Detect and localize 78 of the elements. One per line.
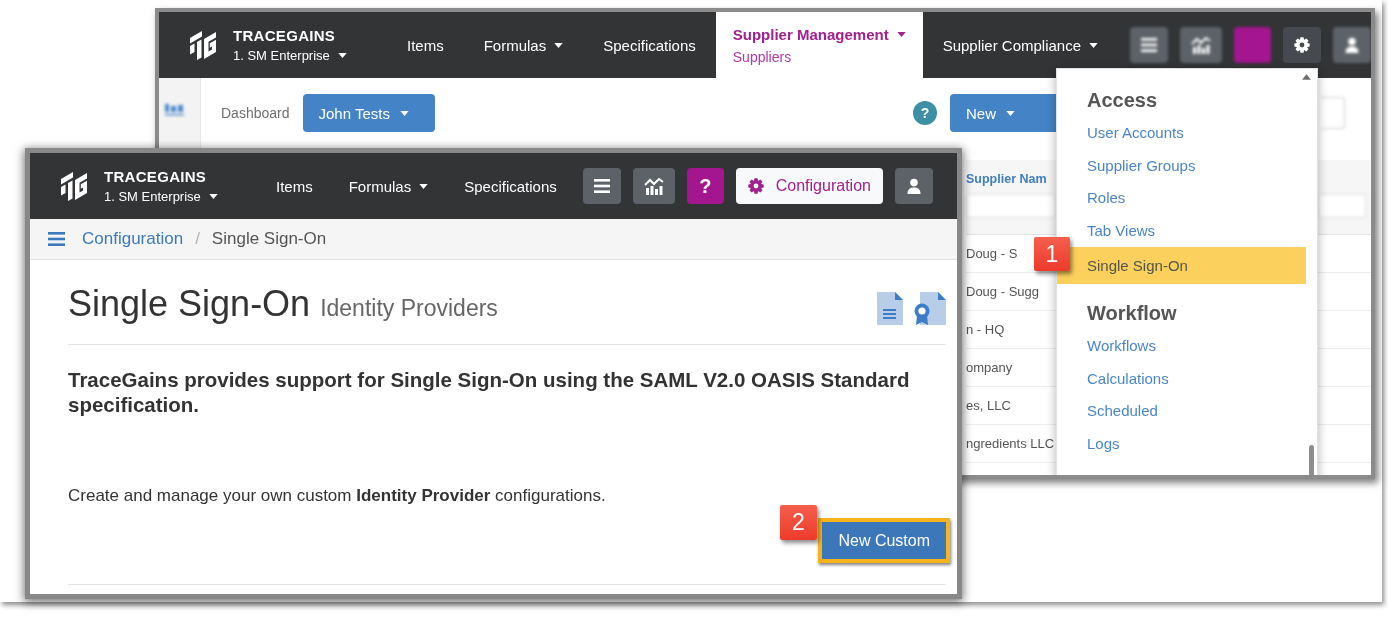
table-cell: ngredients LLC [966,436,1055,451]
menu-icon[interactable] [48,232,65,246]
breadcrumb-current: Single Sign-On [211,229,327,249]
intro-text: TraceGains provides support for Single Sign-On using the SAML V2.0 OASIS Standard specification. [68,367,911,417]
chart-icon [1191,36,1212,54]
user-button[interactable] [894,168,933,204]
logo-icon [59,170,89,202]
menu-item[interactable]: Calculations [1057,362,1306,395]
view-dropdown-button[interactable]: John Tests [302,94,435,132]
nav-tab[interactable]: Items [258,153,331,219]
menu-button[interactable] [1130,27,1169,63]
menu-item[interactable]: Logs [1057,427,1306,460]
chart-icon [643,177,664,195]
menu-item[interactable]: Scheduled [1057,395,1306,428]
menu-icon [593,179,610,193]
scroll-up-icon[interactable] [1302,74,1311,80]
user-icon [1344,37,1361,53]
nav-tab[interactable]: Supplier Compliance [922,12,1119,78]
user-button[interactable] [1333,27,1371,63]
sidebar-link-icon[interactable] [165,102,185,116]
new-custom-button[interactable]: New Custom [818,518,950,563]
step-badge: 1 [1034,237,1070,271]
caret-icon [554,42,564,48]
caret-icon [399,110,409,116]
chart-button[interactable] [632,168,675,204]
settings-button[interactable] [1283,27,1322,63]
settings-icon [1294,37,1311,53]
column-header[interactable]: Supplier Nam [966,170,1056,188]
caret-icon [337,53,347,58]
nav-tab[interactable]: Specifications [446,153,575,219]
caret-icon [419,183,429,189]
menu-section-title: Workflow [1086,301,1178,326]
brand-name: TRACEGAINS [233,26,336,45]
certificate-icon[interactable] [912,291,946,325]
menu-item[interactable]: Single Sign-On [1057,247,1306,284]
table-cell: Doug - Sugg [966,284,1039,299]
filter-field[interactable] [1318,194,1366,218]
menu-button[interactable] [582,168,621,204]
new-button[interactable]: New [950,94,1057,132]
menu-icon [1141,38,1158,52]
breadcrumb-link[interactable]: Configuration [82,229,184,249]
logo-icon [188,29,218,61]
table-cell: ompany [966,360,1013,375]
filter-field[interactable] [966,194,1056,218]
menu-item[interactable]: Roles [1057,182,1306,215]
table-cell: Doug - S [966,246,1018,261]
document-icon[interactable] [877,291,903,325]
nav-tab[interactable]: Formulas [330,153,447,219]
step-badge: 2 [780,505,817,540]
brand-name: TRACEGAINS [104,167,207,186]
table-cell: es, LLC [966,398,1011,413]
settings-button[interactable]: Configuration [735,168,883,204]
caret-icon [896,31,906,37]
caret-icon [1089,42,1099,48]
help-button[interactable]: ? [686,168,724,204]
menu-item[interactable]: Workflows [1057,330,1306,363]
nav-tab[interactable]: Formulas [463,12,584,78]
chart-button[interactable] [1180,27,1223,63]
page-subtitle: Identity Providers [320,295,498,322]
nav-tab[interactable]: Items [387,12,464,78]
breadcrumb-separator: / [195,229,200,249]
account-dropdown[interactable]: 1. SM Enterprise [233,47,347,64]
menu-section-title: Access [1086,88,1159,113]
caret-icon [208,194,218,199]
settings-icon [747,178,764,194]
breadcrumb-text: Dashboard [221,105,290,121]
help-button[interactable]: ? [913,101,937,125]
menu-item[interactable]: User Accounts [1057,117,1306,150]
nav-sublink[interactable]: Suppliers [732,48,906,65]
user-icon [905,178,922,194]
menu-item[interactable]: Supplier Groups [1057,149,1306,182]
account-dropdown[interactable]: 1. SM Enterprise [104,188,218,205]
page-title: Single Sign-On [68,282,311,326]
description-text: Create and manage your own custom Identity Provider configurations. [68,485,607,507]
nav-tab[interactable]: Specifications [583,12,716,78]
table-cell: n - HQ [966,322,1005,337]
caret-icon [1006,110,1015,116]
nav-tab[interactable]: Supplier Management Suppliers [715,12,923,78]
